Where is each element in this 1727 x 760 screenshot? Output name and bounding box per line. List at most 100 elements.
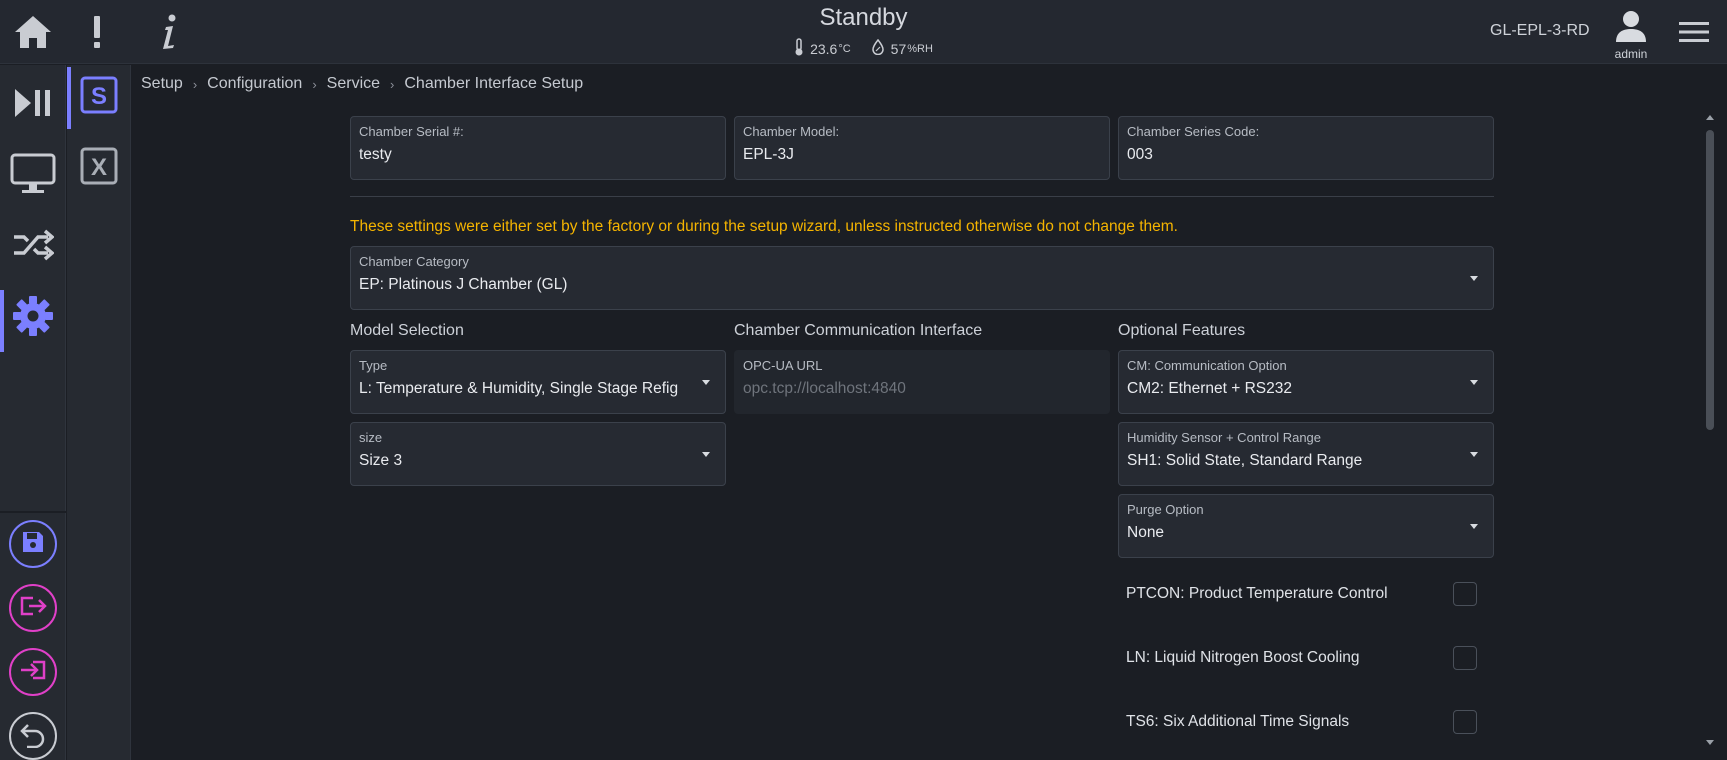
import-button[interactable]: [9, 648, 57, 696]
play-pause-icon: [13, 87, 53, 124]
export-icon: [19, 594, 47, 623]
run-control-button[interactable]: [0, 73, 66, 137]
x-tab[interactable]: X: [67, 136, 131, 200]
caret-down-icon: [1470, 524, 1478, 529]
divider: [350, 196, 1494, 197]
field-label: CM: Communication Option: [1127, 358, 1287, 373]
breadcrumb-service[interactable]: Service: [327, 75, 380, 93]
temperature-unit: °C: [838, 42, 851, 55]
model-selection-title: Model Selection: [350, 322, 464, 339]
caret-down-icon: [1470, 452, 1478, 457]
export-button[interactable]: [9, 584, 57, 632]
main-content: Setup › Configuration › Service › Chambe…: [132, 65, 1727, 760]
field-label: Chamber Serial #:: [359, 124, 464, 139]
gear-icon: [12, 295, 54, 342]
scroll-down-icon[interactable]: [1706, 740, 1714, 745]
user-account[interactable]: admin: [1608, 8, 1654, 61]
field-value: EP: Platinous J Chamber (GL): [359, 276, 568, 293]
field-value: CM2: Ethernet + RS232: [1127, 380, 1292, 397]
menu-icon[interactable]: [1672, 12, 1716, 52]
checkbox-label: LN: Liquid Nitrogen Boost Cooling: [1126, 649, 1360, 666]
humidity-sensor-select[interactable]: Humidity Sensor + Control Range SH1: Sol…: [1118, 422, 1494, 486]
transfer-button[interactable]: [0, 215, 66, 279]
ptcon-option[interactable]: PTCON: Product Temperature Control: [1118, 579, 1492, 609]
save-button[interactable]: [9, 520, 57, 568]
opcua-url-placeholder: opc.tcp://localhost:4840: [743, 380, 906, 397]
readings: 23.6 °C 57 %RH: [0, 38, 1727, 59]
chevron-right-icon: ›: [312, 76, 317, 92]
caret-down-icon: [702, 452, 710, 457]
breadcrumb-setup[interactable]: Setup: [141, 75, 183, 93]
purge-option-select[interactable]: Purge Option None: [1118, 494, 1494, 558]
humidity-value: 57: [890, 40, 907, 57]
chevron-right-icon: ›: [192, 76, 198, 92]
humidity-unit: %RH: [907, 42, 933, 55]
monitor-icon: [10, 153, 56, 200]
field-value: None: [1127, 524, 1165, 541]
chamber-series-field[interactable]: Chamber Series Code: 003: [1118, 116, 1494, 180]
status-block: Standby 23.6 °C 57 %RH: [0, 4, 1727, 59]
monitor-button[interactable]: [0, 144, 66, 208]
service-tab[interactable]: S: [67, 65, 131, 129]
s-icon: S: [80, 76, 118, 119]
ts6-checkbox[interactable]: [1453, 710, 1477, 734]
optional-features-title: Optional Features: [1118, 322, 1246, 339]
temperature-reading: 23.6 °C: [794, 38, 851, 59]
undo-button[interactable]: [9, 712, 57, 760]
x-glyph: X: [91, 154, 107, 181]
checkbox-label: TS6: Six Additional Time Signals: [1126, 713, 1350, 730]
left-rail: [0, 65, 66, 760]
thermometer-icon: [794, 38, 804, 59]
breadcrumb-configuration[interactable]: Configuration: [207, 75, 302, 93]
opcua-url-field: OPC-UA URL opc.tcp://localhost:4840: [734, 350, 1110, 414]
undo-icon: [19, 720, 47, 753]
chamber-serial-field[interactable]: Chamber Serial #: testy: [350, 116, 726, 180]
chamber-status: Standby: [819, 4, 908, 31]
sub-rail: S X: [67, 65, 131, 760]
ln-checkbox[interactable]: [1453, 646, 1477, 670]
chamber-model-field[interactable]: Chamber Model: EPL-3J: [734, 116, 1110, 180]
breadcrumb-current: Chamber Interface Setup: [404, 75, 584, 92]
caret-down-icon: [702, 380, 710, 385]
rail-divider: [0, 511, 66, 513]
temperature-value: 23.6: [810, 40, 838, 57]
import-icon: [19, 658, 47, 687]
top-bar: Standby 23.6 °C 57 %RH GL-EPL-3-RD admin: [0, 0, 1727, 64]
caret-down-icon: [1470, 380, 1478, 385]
field-label: Chamber Model:: [743, 124, 840, 139]
s-glyph: S: [91, 83, 107, 110]
scroll-up-icon[interactable]: [1706, 115, 1714, 120]
communication-option-select[interactable]: CM: Communication Option CM2: Ethernet +…: [1118, 350, 1494, 414]
ln-option[interactable]: LN: Liquid Nitrogen Boost Cooling: [1118, 643, 1492, 673]
shuffle-icon: [12, 229, 55, 266]
field-value: SH1: Solid State, Standard Range: [1127, 452, 1363, 469]
field-value: 003: [1127, 146, 1153, 163]
chevron-right-icon: ›: [390, 76, 395, 92]
ptcon-checkbox[interactable]: [1453, 582, 1477, 606]
user-name: admin: [1614, 47, 1648, 61]
field-label: Humidity Sensor + Control Range: [1127, 430, 1322, 445]
field-label: OPC-UA URL: [743, 358, 823, 373]
save-icon: [21, 530, 45, 559]
field-label: size: [359, 430, 383, 445]
checkbox-label: PTCON: Product Temperature Control: [1126, 585, 1388, 602]
humidity-reading: 57 %RH: [871, 38, 933, 59]
field-label: Purge Option: [1127, 502, 1204, 517]
type-select[interactable]: Type L: Temperature & Humidity, Single S…: [350, 350, 726, 414]
scroll-thumb[interactable]: [1706, 130, 1714, 430]
field-value: testy: [359, 146, 392, 163]
size-select[interactable]: size Size 3: [350, 422, 726, 486]
factory-warning: These settings were either set by the fa…: [350, 218, 1178, 235]
field-label: Type: [359, 358, 388, 373]
ts6-option[interactable]: TS6: Six Additional Time Signals: [1118, 707, 1492, 737]
field-value: Size 3: [359, 452, 403, 469]
field-value: L: Temperature & Humidity, Single Stage …: [359, 380, 679, 397]
field-label: Chamber Series Code:: [1127, 124, 1260, 139]
x-icon: X: [80, 147, 118, 190]
settings-button[interactable]: [0, 286, 66, 352]
communication-title: Chamber Communication Interface: [734, 322, 983, 339]
breadcrumb: Setup › Configuration › Service › Chambe…: [141, 75, 583, 93]
scrollbar[interactable]: [1703, 110, 1717, 755]
chamber-category-select[interactable]: Chamber Category EP: Platinous J Chamber…: [350, 246, 1494, 310]
field-value: EPL-3J: [743, 146, 794, 163]
